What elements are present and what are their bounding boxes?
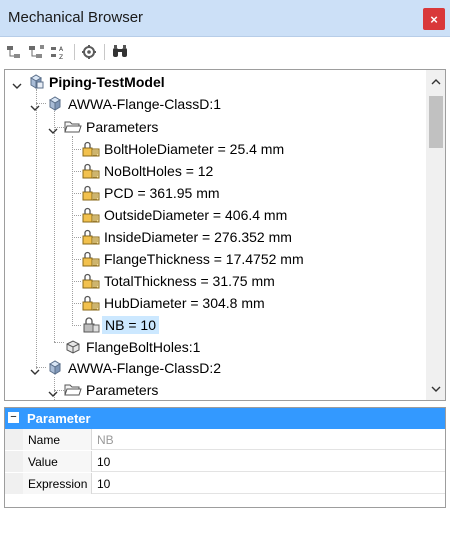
close-icon: × [430, 11, 438, 27]
tree-item-parameter-selected[interactable]: NB = 10 [82, 314, 159, 336]
tree-item-label: OutsideDiameter = 406.4 mm [104, 207, 288, 223]
property-category-label: Parameter [27, 411, 91, 426]
assembly-icon [27, 73, 45, 91]
property-row[interactable]: Value 10 [5, 451, 445, 472]
tree-item-label: Parameters [86, 382, 159, 398]
window-title: Mechanical Browser [8, 9, 144, 26]
model-tree[interactable]: Piping-TestModel AWWA-Flange-ClassD:1 Pa… [4, 69, 446, 401]
toolbar-separator [104, 44, 105, 60]
title-bar: Mechanical Browser × [0, 0, 450, 37]
folder-open-icon [64, 381, 82, 399]
expand-all-icon[interactable] [28, 43, 46, 61]
tree-item-label: AWWA-Flange-ClassD:2 [68, 360, 221, 376]
tree-item-parameter[interactable]: FlangeThickness = 17.4752 mm [82, 248, 304, 270]
parameter-icon [82, 228, 100, 246]
tree-guide-line [72, 237, 81, 238]
tree-item-label: Parameters [86, 119, 159, 135]
tree-item-label: NB = 10 [102, 316, 159, 334]
close-button[interactable]: × [423, 8, 445, 30]
parameter-icon [82, 162, 100, 180]
parameter-icon [82, 272, 100, 290]
scrollbar-thumb[interactable] [429, 96, 443, 148]
tree-guide-line [36, 89, 37, 369]
sort-az-icon[interactable]: AZ [50, 43, 68, 61]
tree-item-root[interactable]: Piping-TestModel [27, 71, 165, 93]
tree-guide-line [72, 193, 81, 194]
tree-guide-line [72, 149, 81, 150]
parameter-icon [82, 294, 100, 312]
tree-item-label: FlangeThickness = 17.4752 mm [104, 251, 304, 267]
parameter-icon [82, 250, 100, 268]
tree-item-parameter[interactable]: TotalThickness = 31.75 mm [82, 270, 275, 292]
tree-guide-line [72, 136, 73, 324]
svg-text:Z: Z [59, 54, 63, 61]
tree-guide-line [54, 342, 64, 343]
component-icon [46, 95, 64, 113]
tree-item-component[interactable]: AWWA-Flange-ClassD:1 [46, 93, 221, 115]
folder-open-icon [64, 118, 82, 136]
property-name: Name [23, 429, 92, 450]
tree-item-parameter[interactable]: BoltHoleDiameter = 25.4 mm [82, 138, 284, 160]
tree-item-label: FlangeBoltHoles:1 [86, 339, 201, 355]
parameter-icon [82, 184, 100, 202]
tree-item-parameter[interactable]: NoBoltHoles = 12 [82, 160, 213, 182]
property-name: Value [23, 451, 92, 472]
tree-item-label: HubDiameter = 304.8 mm [104, 295, 265, 311]
tree-item-parameters[interactable]: Parameters [64, 116, 158, 138]
tree-item-component[interactable]: AWWA-Flange-ClassD:2 [46, 357, 221, 379]
tree-guide-line [72, 281, 81, 282]
tree-item-parameters[interactable]: Parameters [64, 379, 159, 400]
property-category[interactable]: − Parameter [5, 408, 445, 429]
tree-item-label: PCD = 361.95 mm [104, 185, 220, 201]
property-value[interactable]: 10 [97, 455, 110, 469]
svg-text:A: A [59, 46, 64, 53]
property-value: NB [97, 433, 114, 447]
parameter-icon [82, 140, 100, 158]
property-row[interactable]: Expression 10 [5, 473, 445, 494]
parameter-icon [82, 206, 100, 224]
tree-guide-line [72, 325, 81, 326]
tree-guide-line [72, 303, 81, 304]
property-gutter [5, 429, 23, 450]
tree-guide-line [72, 171, 81, 172]
property-row[interactable]: Name NB [5, 429, 445, 450]
toolbar: AZ [0, 38, 450, 66]
chevron-down-icon[interactable] [30, 364, 40, 375]
collapse-icon[interactable]: − [8, 412, 19, 423]
collapse-all-icon[interactable] [6, 43, 24, 61]
tree-item-parameter[interactable]: OutsideDiameter = 406.4 mm [82, 204, 287, 226]
chevron-down-icon[interactable] [48, 123, 58, 134]
tree-item-label: BoltHoleDiameter = 25.4 mm [104, 141, 285, 157]
tree-item-feature[interactable]: FlangeBoltHoles:1 [64, 336, 200, 358]
tree-item-parameter[interactable]: InsideDiameter = 276.352 mm [82, 226, 292, 248]
chevron-down-icon[interactable] [48, 386, 58, 397]
property-grid: − Parameter Name NB Value 10 Expression … [4, 407, 446, 508]
property-gutter [5, 473, 23, 494]
tree-item-label: AWWA-Flange-ClassD:1 [68, 96, 221, 112]
property-gutter [5, 451, 23, 472]
tree-guide-line [54, 111, 55, 342]
tree-item-parameter[interactable]: HubDiameter = 304.8 mm [82, 292, 265, 314]
tree-item-parameter[interactable]: PCD = 361.95 mm [82, 182, 220, 204]
tree-guide-line [72, 259, 81, 260]
tree-item-label: NoBoltHoles = 12 [104, 163, 214, 179]
tree-item-label: InsideDiameter = 276.352 mm [104, 229, 292, 245]
component-icon [46, 359, 64, 377]
tree-item-label: Piping-TestModel [49, 74, 165, 90]
tree-guide-line [72, 215, 81, 216]
vertical-scrollbar[interactable] [426, 70, 445, 400]
feature-icon [64, 338, 82, 356]
scroll-down-icon[interactable] [426, 379, 445, 399]
locked-parameter-icon [82, 316, 100, 334]
chevron-down-icon[interactable] [12, 78, 22, 89]
find-icon[interactable] [111, 43, 129, 61]
scroll-up-icon[interactable] [426, 72, 445, 92]
property-name: Expression [23, 473, 92, 494]
chevron-down-icon[interactable] [30, 100, 40, 111]
settings-filter-icon[interactable] [80, 43, 98, 61]
property-value[interactable]: 10 [97, 477, 110, 491]
toolbar-separator [74, 44, 75, 60]
tree-item-label: TotalThickness = 31.75 mm [104, 273, 275, 289]
